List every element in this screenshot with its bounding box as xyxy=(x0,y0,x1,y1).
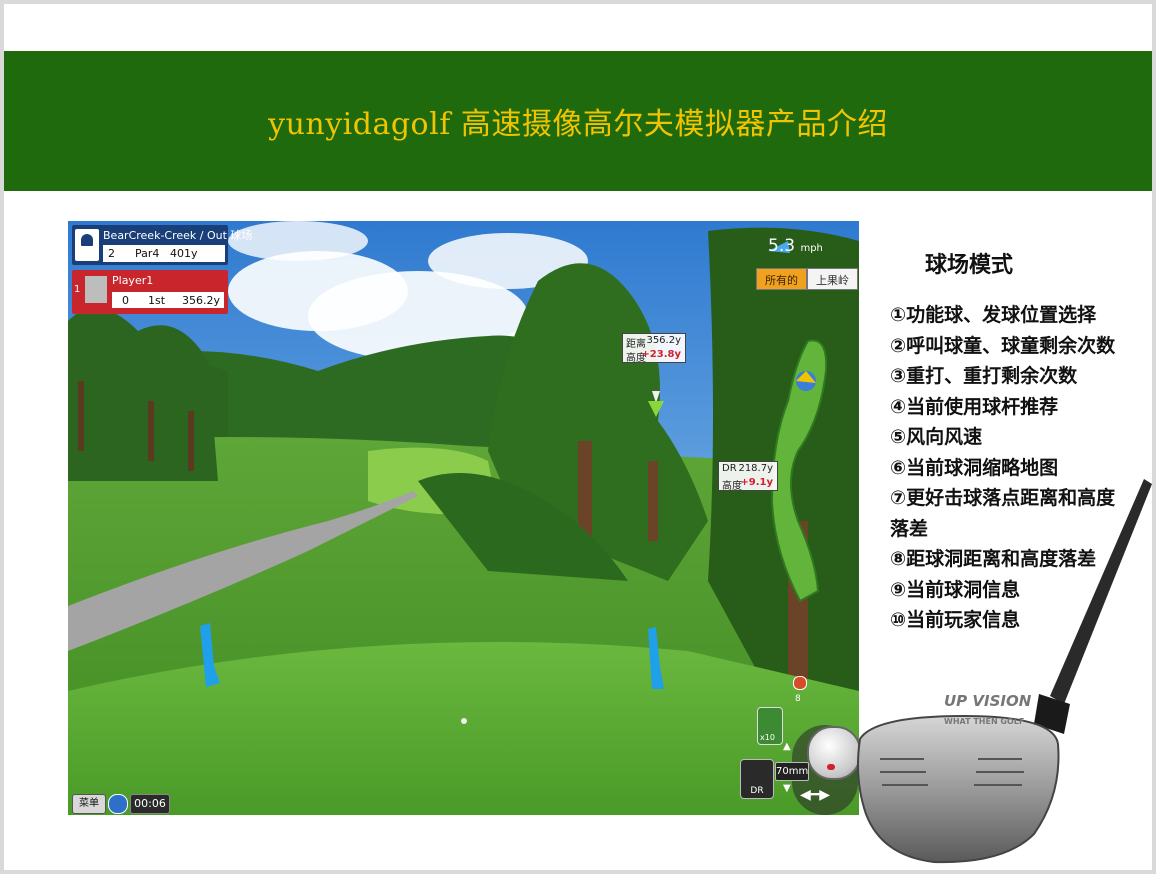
pin-number: 8 xyxy=(795,694,801,704)
tab-on-green[interactable]: 上果岭 xyxy=(807,268,858,290)
slide: yunyidagolf 高速摄像高尔夫模拟器产品介绍 BearCreek-Cre… xyxy=(4,4,1152,870)
player-avatar xyxy=(85,276,107,303)
feature-item: ⑦更好击球落点距离和高度落差 xyxy=(890,487,1116,540)
landing-distance-tag: DR 218.7y 高度 +9.1y xyxy=(718,461,778,492)
feature-item: ⑨当前球洞信息 xyxy=(890,578,1021,601)
feature-item: ⑩当前玩家信息 xyxy=(890,609,1021,631)
title-banner: yunyidagolf 高速摄像高尔夫模拟器产品介绍 xyxy=(4,51,1152,191)
brand-logo-sub: WHAT THEN GOLF xyxy=(944,717,1025,726)
hole-info-panel: BearCreek-Creek / Out 球场 2 Par4 401y xyxy=(72,225,252,265)
ball-aim-control[interactable] xyxy=(807,726,859,780)
player-stats-row: 0 1st 356.2y xyxy=(112,292,224,308)
hole-info-row: 2 Par4 401y xyxy=(103,245,225,262)
tab-all[interactable]: 所有的 xyxy=(756,268,807,290)
player-info-panel: 1 Player1 0 1st 356.2y xyxy=(72,270,228,314)
player-index: 1 xyxy=(74,284,81,295)
player-name: Player1 xyxy=(112,274,154,287)
brand-logo: UP VISION WHAT THEN GOLF xyxy=(944,692,1031,728)
club-10-button[interactable]: x10 xyxy=(757,707,783,745)
lens-button[interactable]: 70mm xyxy=(775,762,809,781)
brand-logo-text: UP VISION xyxy=(944,692,1032,710)
pin-marker[interactable]: 8 xyxy=(790,676,808,704)
feature-list: ①功能球、发球位置选择 ②呼叫球童、球童剩余次数 ③重打、重打剩余次数 ④当前使… xyxy=(890,300,1116,636)
wind-speed: 5.3 xyxy=(768,236,796,256)
microphone-icon[interactable] xyxy=(108,794,128,814)
feature-item: ①功能球、发球位置选择 xyxy=(890,304,1097,326)
shot-timer: 00:06 xyxy=(130,794,170,814)
landing-height-label: 高度 xyxy=(722,481,742,492)
feature-item: ④当前使用球杆推荐 xyxy=(890,395,1059,418)
wind-indicator: 5.3 mph xyxy=(768,236,823,256)
slide-title: yunyidagolf 高速摄像高尔夫模拟器产品介绍 xyxy=(268,107,888,142)
course-name: BearCreek-Creek / Out 球场 xyxy=(103,229,253,242)
feature-item: ②呼叫球童、球童剩余次数 xyxy=(890,334,1116,357)
feature-item: ⑧距球洞距离和高度落差 xyxy=(890,548,1097,570)
zoom-up-icon[interactable]: ▲ xyxy=(783,741,791,752)
direction-arrows-icon[interactable]: ◀━▶ xyxy=(800,787,830,803)
landing-height-value: +9.1y xyxy=(740,477,773,488)
zoom-down-icon[interactable]: ▼ xyxy=(783,783,791,794)
feature-item: ⑥当前球洞缩略地图 xyxy=(890,456,1059,479)
player-shot: 1st xyxy=(148,294,166,307)
course-logo xyxy=(75,229,99,261)
player-score: 0 xyxy=(122,294,129,307)
club-tabs: 所有的 上果岭 xyxy=(756,268,858,290)
landing-club-value: 218.7y xyxy=(738,463,773,474)
pin-distance-tag: 距离 356.2y 高度 +23.8y xyxy=(622,333,686,364)
pin-height-value: +23.8y xyxy=(641,349,681,360)
aim-dot-icon xyxy=(827,764,835,770)
golf-simulator-screenshot: BearCreek-Creek / Out 球场 2 Par4 401y 1 P… xyxy=(68,221,859,815)
club-driver-button[interactable]: DR xyxy=(740,759,774,799)
menu-button[interactable]: 菜单 xyxy=(72,794,106,814)
sidebar-title: 球场模式 xyxy=(925,253,1014,278)
hole-distance: 401y xyxy=(170,247,198,260)
landing-club-label: DR xyxy=(722,463,737,474)
player-remaining: 356.2y xyxy=(182,294,221,307)
hole-number: 2 xyxy=(108,247,115,260)
club-driver-label: DR xyxy=(750,786,764,796)
hole-par: Par4 xyxy=(135,247,160,260)
club-10-label: x10 xyxy=(760,733,775,742)
wind-unit: mph xyxy=(800,243,823,254)
pin-distance-value: 356.2y xyxy=(646,335,681,346)
feature-item: ⑤风向风速 xyxy=(890,426,983,448)
feature-item: ③重打、重打剩余次数 xyxy=(890,365,1078,387)
